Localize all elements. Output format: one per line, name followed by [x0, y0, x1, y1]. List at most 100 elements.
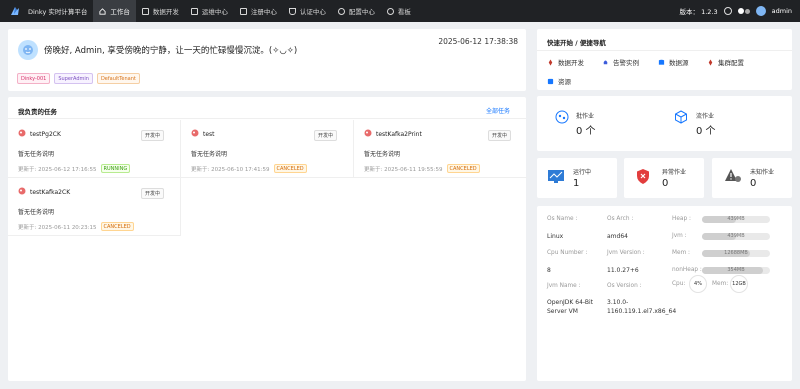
mem-usage-label: Mem: — [712, 281, 729, 287]
nav-item-label: 看板 — [397, 8, 411, 16]
quick-item-label: 集群配置 — [718, 59, 744, 67]
mem-bar: 12688MB — [702, 250, 770, 257]
jvm-name-label: Jvm Name : — [547, 283, 581, 289]
rocket-icon — [547, 58, 554, 66]
task-card[interactable]: testPg2CK 开发中 暂无任务说明 更新于: 2025-06-12 17:… — [8, 120, 181, 178]
quick-item-label: 告警实例 — [613, 59, 639, 67]
app-title: Dinky 实时计算平台 — [28, 8, 88, 16]
heap-label: Heap : — [672, 216, 691, 222]
nonheap-label: nonHeap : — [672, 267, 702, 273]
stream-job-icon — [674, 110, 688, 126]
nav-item-data-dev[interactable]: 数据开发 — [136, 0, 185, 22]
quick-item-data-dev[interactable]: 数据开发 — [547, 57, 584, 67]
quick-item-alert[interactable]: 告警实例 — [602, 57, 639, 67]
heap-bar: 439MB — [702, 216, 770, 223]
bell-icon — [602, 59, 609, 66]
task-card[interactable]: test 开发中 暂无任务说明 更新于: 2025-06-10 17:41:59… — [181, 120, 354, 178]
warning-gear-icon — [724, 168, 742, 186]
all-tasks-link[interactable]: 全部任务 — [486, 106, 510, 115]
tag-dinky: Dinky-001 — [17, 73, 51, 84]
nav-item-config[interactable]: 配置中心 — [332, 0, 381, 22]
task-name[interactable]: testKafka2CK — [30, 189, 70, 196]
dinky-logo-icon[interactable] — [8, 4, 22, 18]
task-card[interactable]: testKafka2CK 开发中 暂无任务说明 更新于: 2025-06-11 … — [8, 178, 181, 236]
tag-role: SuperAdmin — [54, 73, 93, 84]
quick-item-datasource[interactable]: 数据源 — [658, 57, 689, 67]
abnormal-value: 0 — [662, 178, 669, 189]
cpu-usage-ring: 4% — [689, 275, 707, 293]
gear-icon — [337, 7, 345, 15]
home-icon — [99, 7, 106, 15]
jvm-version-value: 11.0.27+6 — [607, 267, 639, 274]
task-updated-time: 更新于: 2025-06-12 17:16:55 — [18, 166, 97, 173]
nav-item-label: 运维中心 — [201, 8, 228, 16]
nav-item-label: 配置中心 — [348, 8, 375, 16]
batch-job-value: 0 个 — [576, 126, 596, 137]
os-version-value: 3.10.0-1160.119.1.el7.x86_64 — [607, 299, 677, 315]
batch-job-icon — [555, 110, 569, 126]
nav-item-registry[interactable]: 注册中心 — [234, 0, 283, 22]
quick-item-label: 数据开发 — [558, 59, 584, 67]
running-jobs-card[interactable]: 运行中 1 — [537, 158, 617, 198]
quick-item-resource[interactable]: 资源 — [547, 76, 571, 86]
nav-item-auth[interactable]: 认证中心 — [283, 0, 332, 22]
nonheap-bar: 354MB — [702, 267, 770, 274]
main-nav: 工作台 数据开发 运维中心 注册中心 认证中心 配置中心 看板 — [93, 0, 417, 22]
task-card[interactable]: testKafka2Print 开发中 暂无任务说明 更新于: 2025-06-… — [354, 120, 527, 178]
task-name[interactable]: testKafka2Print — [376, 131, 422, 138]
user-avatar[interactable] — [755, 6, 766, 16]
my-tasks-card: 我负责的任务 全部任务 testPg2CK 开发中 暂无任务说明 更新于: 20… — [8, 97, 527, 381]
moon-icon — [744, 8, 750, 14]
task-desc: 暂无任务说明 — [18, 209, 55, 216]
stream-job-label: 流作业 — [696, 113, 715, 120]
nav-item-workbench[interactable]: 工作台 — [93, 0, 136, 22]
task-state-badge: CANCELED — [446, 164, 480, 173]
theme-toggle[interactable] — [737, 8, 750, 14]
tasks-title: 我负责的任务 — [18, 108, 57, 116]
user-tags: Dinky-001 SuperAdmin DefaultTenant — [17, 73, 140, 84]
quick-item-cluster[interactable]: 集群配置 — [707, 57, 744, 67]
nav-item-label: 认证中心 — [299, 8, 326, 16]
quick-item-label: 数据源 — [669, 59, 689, 67]
top-right-tools: 版本： 1.2.3 admin — [679, 0, 792, 22]
jvm-value: 439MB — [727, 233, 745, 239]
task-desc: 暂无任务说明 — [18, 151, 55, 158]
top-navbar: Dinky 实时计算平台 工作台 数据开发 运维中心 注册中心 认证中心 配置中… — [0, 0, 800, 22]
abnormal-jobs-card[interactable]: 异常作业 0 — [624, 158, 704, 198]
register-icon — [239, 7, 247, 15]
resource-icon — [547, 78, 554, 85]
task-state-badge: RUNNING — [100, 164, 131, 173]
mem-usage-value: 12GB — [732, 281, 746, 287]
unknown-jobs-card[interactable]: 未知作业 0 — [712, 158, 792, 198]
job-type-card: 批作业 0 个 流作业 0 个 — [537, 96, 792, 151]
os-name-label: Os Name : — [547, 216, 578, 222]
task-state-badge: CANCELED — [100, 222, 134, 231]
nav-item-dashboard[interactable]: 看板 — [381, 0, 417, 22]
sun-icon — [737, 8, 744, 14]
shield-icon — [288, 7, 296, 15]
globe-icon[interactable] — [723, 7, 732, 15]
tasks-header: 我负责的任务 全部任务 — [8, 97, 526, 119]
task-updated-time: 更新于: 2025-06-11 19:55:59 — [364, 166, 443, 173]
nav-item-ops[interactable]: 运维中心 — [185, 0, 234, 22]
flink-task-icon — [18, 187, 26, 195]
nav-item-label: 数据开发 — [152, 8, 179, 16]
task-dev-status: 开发中 — [487, 130, 511, 141]
task-updated: 更新于: 2025-06-11 20:23:15 CANCELED — [18, 222, 134, 231]
avatar — [18, 40, 38, 60]
version-prefix: 版本： — [679, 8, 700, 16]
cpu-usage-value: 4% — [694, 281, 702, 287]
task-name[interactable]: test — [203, 131, 215, 138]
monitor-chart-icon — [547, 169, 565, 187]
heap-value: 439MB — [727, 216, 745, 222]
task-dev-status: 开发中 — [140, 130, 164, 141]
user-name[interactable]: admin — [772, 7, 792, 15]
quick-nav-card: 快速开始 / 便捷导航 数据开发 告警实例 数据源 集群配置 资源 — [537, 29, 792, 90]
mem-value: 12688MB — [724, 250, 748, 256]
version-value: 1.2.3 — [701, 8, 718, 16]
batch-job-label: 批作业 — [576, 113, 595, 120]
jvm-label: Jvm : — [672, 233, 687, 239]
task-name[interactable]: testPg2CK — [30, 131, 61, 138]
flink-task-icon — [18, 129, 26, 137]
task-updated: 更新于: 2025-06-10 17:41:59 CANCELED — [191, 164, 307, 173]
